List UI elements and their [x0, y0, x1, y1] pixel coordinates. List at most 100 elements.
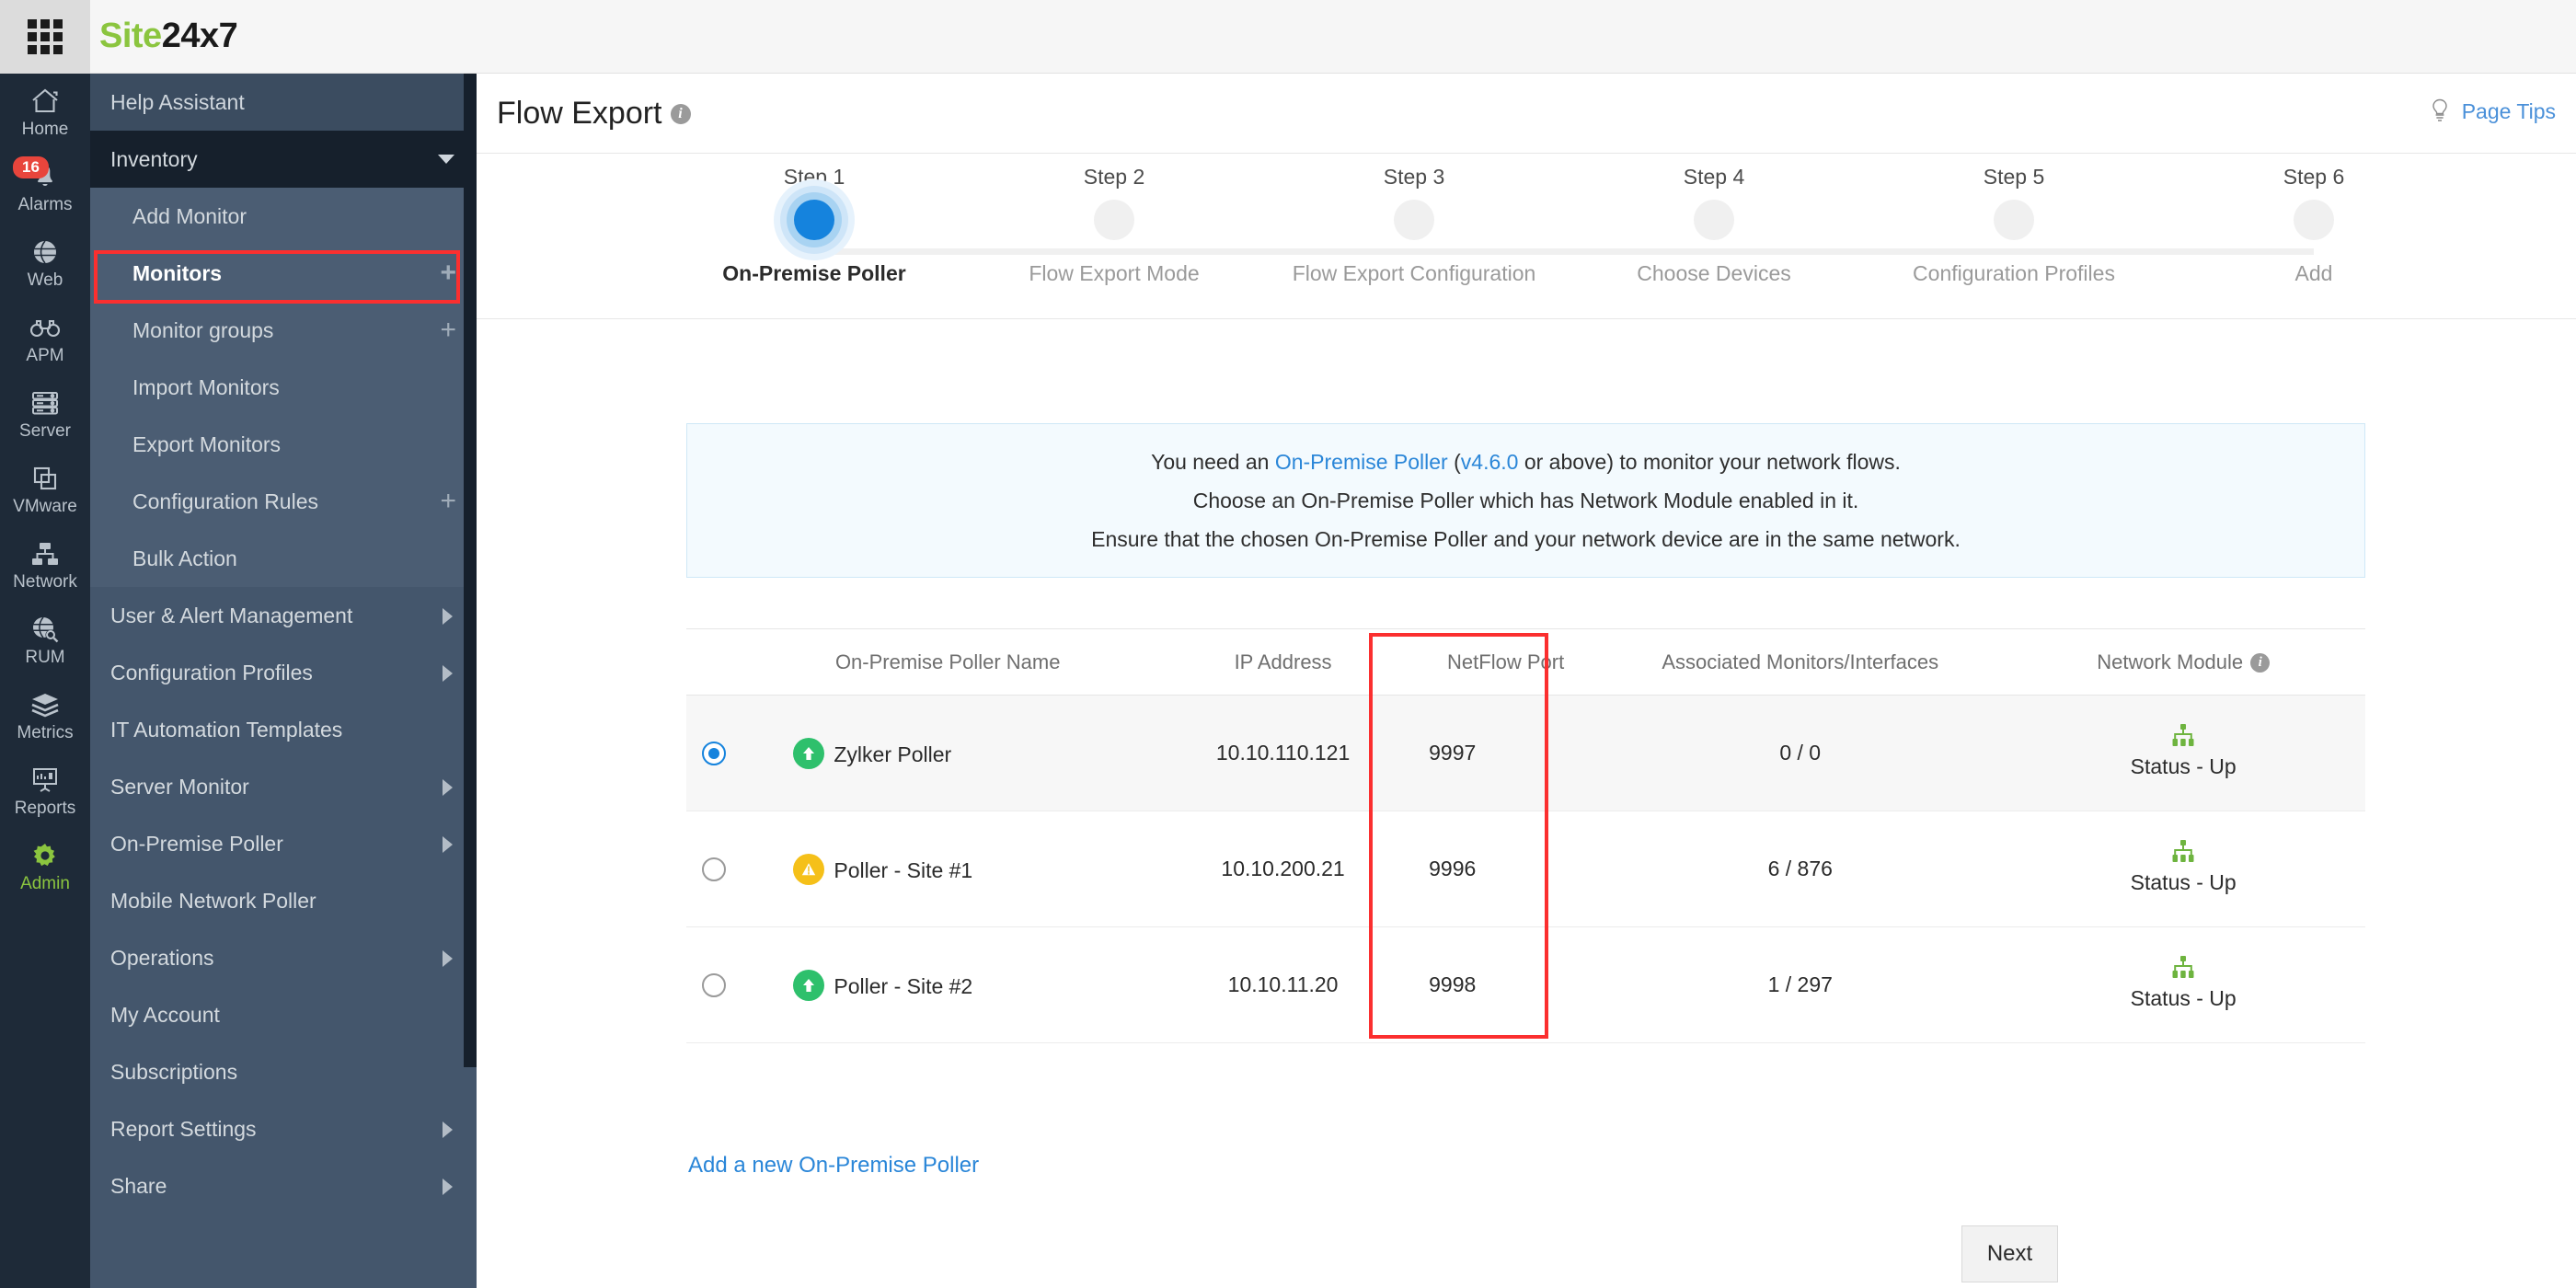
- poller-network-module-cell: Status - Up: [2001, 926, 2365, 1043]
- poller-name-label: Zylker Poller: [834, 742, 952, 766]
- wizard-step-5[interactable]: Step 5 Configuration Profiles: [1867, 165, 2161, 286]
- on-premise-poller-link[interactable]: On-Premise Poller: [1275, 450, 1448, 474]
- step-number: Step 5: [1983, 165, 2045, 189]
- rail-item-label: VMware: [13, 497, 77, 516]
- sidebar-item-label: Subscriptions: [110, 1060, 238, 1084]
- sidebar-item-label: Monitors: [132, 261, 223, 285]
- th-netflow-port: NetFlow Port: [1412, 628, 1600, 696]
- poller-select-cell[interactable]: [686, 811, 742, 927]
- chevron-right-icon[interactable]: [443, 779, 453, 796]
- poller-radio[interactable]: [702, 973, 727, 998]
- rail-item-alarms[interactable]: 16 Alarms: [0, 149, 90, 224]
- sidebar-item-label: My Account: [110, 1003, 220, 1027]
- plus-icon[interactable]: +: [440, 302, 456, 359]
- sidebar-item-on-premise-poller[interactable]: On-Premise Poller: [90, 815, 477, 872]
- chevron-right-icon[interactable]: [443, 836, 453, 853]
- sidebar-item-label: On-Premise Poller: [110, 832, 283, 856]
- th-network-module-label: Network Module: [2097, 650, 2244, 673]
- poller-radio[interactable]: [702, 742, 727, 766]
- rail-item-label: Network: [13, 572, 77, 592]
- step-label: Configuration Profiles: [1913, 261, 2115, 285]
- rail-item-apm[interactable]: APM: [0, 300, 90, 375]
- next-button[interactable]: Next: [1961, 1225, 2058, 1282]
- rail-item-rum[interactable]: RUM: [0, 602, 90, 677]
- rail-item-web[interactable]: Web: [0, 224, 90, 300]
- table-row[interactable]: Poller - Site #2 10.10.11.20 9998 1 / 297 St…: [686, 926, 2365, 1043]
- sidebar-item-label: Import Monitors: [132, 375, 280, 399]
- wizard-step-6[interactable]: Step 6 Add: [2167, 165, 2461, 286]
- rail-item-home[interactable]: Home: [0, 74, 90, 149]
- sidebar-item-server-monitor[interactable]: Server Monitor: [90, 758, 477, 815]
- step-label: On-Premise Poller: [722, 261, 906, 285]
- network-module-status: Status - Up: [2001, 723, 2365, 784]
- brand-name-green: Site: [99, 17, 162, 55]
- info-notice-banner: You need an On-Premise Poller (v4.6.0 or…: [686, 423, 2365, 578]
- table-row[interactable]: Zylker Poller 10.10.110.121 9997 0 / 0 Statu…: [686, 695, 2365, 811]
- home-icon: [0, 86, 90, 117]
- sidebar-item-export-monitors[interactable]: Export Monitors: [90, 416, 477, 473]
- sidebar-item-configuration-profiles[interactable]: Configuration Profiles: [90, 644, 477, 701]
- th-ip-address: IP Address: [1154, 628, 1413, 696]
- sidebar-item-bulk-action[interactable]: Bulk Action: [90, 530, 477, 587]
- rail-item-network[interactable]: Network: [0, 526, 90, 602]
- sidebar-item-operations[interactable]: Operations: [90, 929, 477, 986]
- version-link[interactable]: v4.6.0: [1461, 450, 1519, 474]
- step-dot-icon: [1694, 200, 1734, 240]
- apps-grid-button[interactable]: [0, 0, 90, 74]
- step-number: Step 3: [1383, 165, 1445, 189]
- sidebar-item-help-assistant[interactable]: Help Assistant: [90, 74, 477, 131]
- info-circle-icon[interactable]: i: [2250, 652, 2271, 673]
- wizard-step-3[interactable]: Step 3 Flow Export Configuration: [1267, 165, 1561, 286]
- poller-radio[interactable]: [702, 857, 727, 882]
- sidebar-item-import-monitors[interactable]: Import Monitors: [90, 359, 477, 416]
- wizard-step-2[interactable]: Step 2 Flow Export Mode: [967, 165, 1261, 286]
- rail-item-label: Alarms: [17, 195, 73, 214]
- sidebar-scrollbar[interactable]: [464, 74, 477, 1067]
- admin-sidebar-menu: Help Assistant Inventory Add Monitor Monito…: [90, 74, 477, 1288]
- sidebar-item-share[interactable]: Share: [90, 1157, 477, 1214]
- step-dot-wrap: [667, 190, 961, 261]
- poller-network-module-cell: Status - Up: [2001, 695, 2365, 811]
- rail-item-admin[interactable]: Admin: [0, 828, 90, 903]
- rum-globe-search-icon: [0, 614, 90, 645]
- poller-name-cell: Poller - Site #1: [742, 811, 1155, 927]
- sidebar-item-subscriptions[interactable]: Subscriptions: [90, 1043, 477, 1100]
- chevron-right-icon[interactable]: [443, 665, 453, 682]
- sidebar-item-monitor-groups[interactable]: Monitor groups +: [90, 302, 477, 359]
- table-row[interactable]: Poller - Site #1 10.10.200.21 9996 6 / 876 S…: [686, 811, 2365, 927]
- wizard-step-4[interactable]: Step 4 Choose Devices: [1567, 165, 1861, 286]
- sidebar-item-user-alert-management[interactable]: User & Alert Management: [90, 587, 477, 644]
- plus-icon[interactable]: +: [440, 245, 456, 302]
- poller-associated-cell: 0 / 0: [1599, 695, 2002, 811]
- sidebar-item-configuration-rules[interactable]: Configuration Rules +: [90, 473, 477, 530]
- rail-item-metrics[interactable]: Metrics: [0, 677, 90, 753]
- poller-select-cell[interactable]: [686, 926, 742, 1043]
- chevron-right-icon[interactable]: [443, 1179, 453, 1195]
- poller-name-cell: Zylker Poller: [742, 695, 1155, 811]
- sidebar-item-add-monitor[interactable]: Add Monitor: [90, 188, 477, 245]
- sidebar-item-monitors[interactable]: Monitors +: [90, 245, 477, 302]
- chevron-down-icon[interactable]: [438, 155, 454, 164]
- wizard-step-1[interactable]: Step 1 On-Premise Poller: [667, 165, 961, 286]
- add-new-on-premise-poller-link[interactable]: Add a new On-Premise Poller: [688, 1153, 979, 1179]
- step-dot-icon: [1394, 200, 1434, 240]
- sidebar-item-report-settings[interactable]: Report Settings: [90, 1100, 477, 1157]
- chevron-right-icon[interactable]: [443, 950, 453, 967]
- sidebar-item-it-automation-templates[interactable]: IT Automation Templates: [90, 701, 477, 758]
- site24x7-logo[interactable]: Site24x7: [99, 17, 238, 56]
- sidebar-item-inventory[interactable]: Inventory: [90, 131, 477, 188]
- rail-item-server[interactable]: Server: [0, 375, 90, 451]
- th-select: [686, 628, 742, 696]
- page-title-text: Flow Export: [497, 96, 662, 131]
- chevron-right-icon[interactable]: [443, 1121, 453, 1138]
- plus-icon[interactable]: +: [440, 473, 456, 530]
- sidebar-item-mobile-network-poller[interactable]: Mobile Network Poller: [90, 872, 477, 929]
- chevron-right-icon[interactable]: [443, 608, 453, 625]
- poller-select-cell[interactable]: [686, 695, 742, 811]
- rail-item-reports[interactable]: Reports: [0, 753, 90, 828]
- page-tips-button[interactable]: Page Tips: [2430, 98, 2556, 124]
- sidebar-item-my-account[interactable]: My Account: [90, 986, 477, 1043]
- rail-item-vmware[interactable]: VMware: [0, 451, 90, 526]
- info-circle-icon[interactable]: i: [670, 104, 691, 124]
- sidebar-item-label: Configuration Profiles: [110, 661, 313, 684]
